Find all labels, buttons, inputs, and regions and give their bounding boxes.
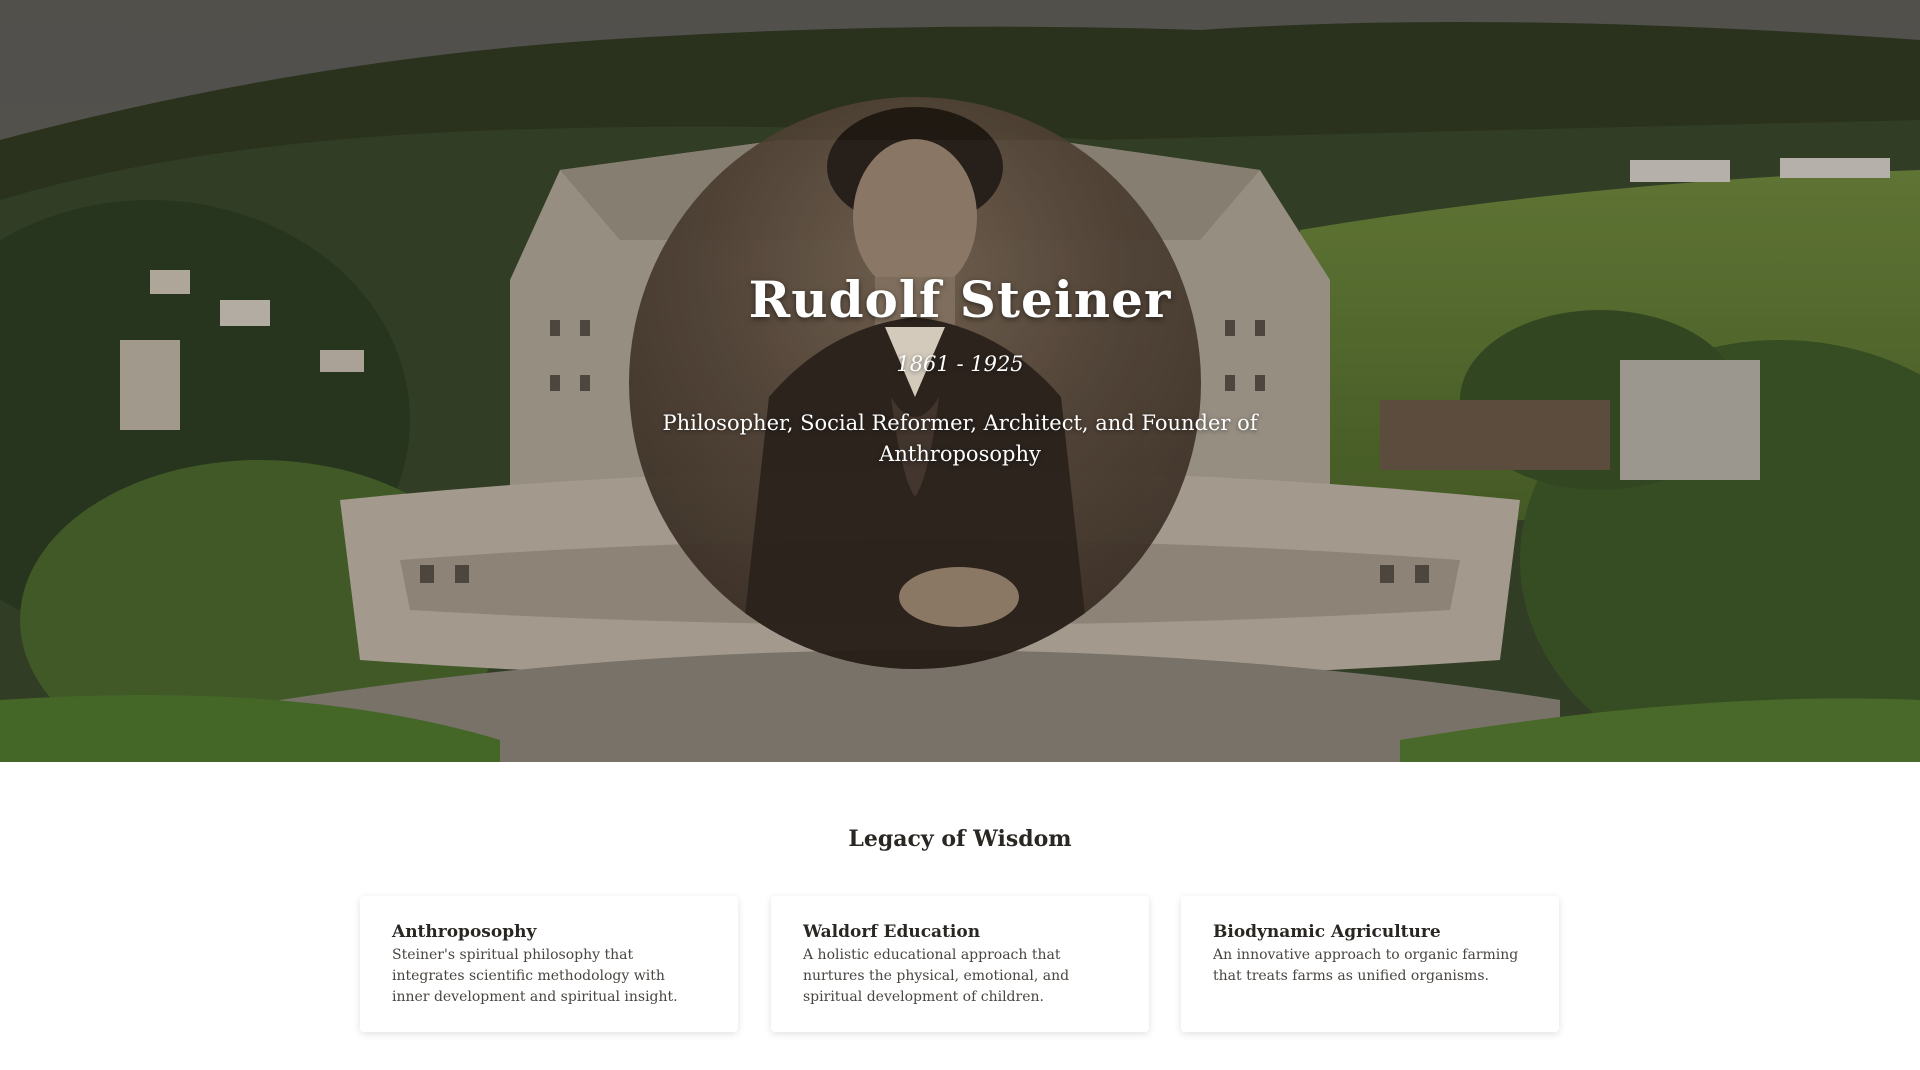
legacy-title: Legacy of Wisdom <box>848 826 1072 852</box>
hero-years: 1861 - 1925 <box>896 352 1024 376</box>
card-text: An innovative approach to organic farmin… <box>1213 947 1519 984</box>
portrait-figure <box>739 107 1091 669</box>
card-anthroposophy: Anthroposophy Steiner's spiritual philos… <box>360 896 738 1032</box>
hero-title: Rudolf Steiner <box>748 270 1172 329</box>
card-title: Anthroposophy <box>392 922 537 942</box>
portrait-image <box>629 97 1201 669</box>
card-text: A holistic educational approach that nur… <box>803 947 1070 1005</box>
card-text: Steiner's spiritual philosophy that inte… <box>392 947 678 1005</box>
card-title: Biodynamic Agriculture <box>1213 922 1441 942</box>
card-waldorf-education: Waldorf Education A holistic educational… <box>771 896 1149 1032</box>
hero-subtitle: Philosopher, Social Reformer, Architect,… <box>662 411 1258 466</box>
hero-section: Rudolf Steiner 1861 - 1925 Philosopher, … <box>0 0 1920 762</box>
card-title: Waldorf Education <box>803 922 981 942</box>
card-biodynamic-agriculture: Biodynamic Agriculture An innovative app… <box>1181 896 1559 1032</box>
